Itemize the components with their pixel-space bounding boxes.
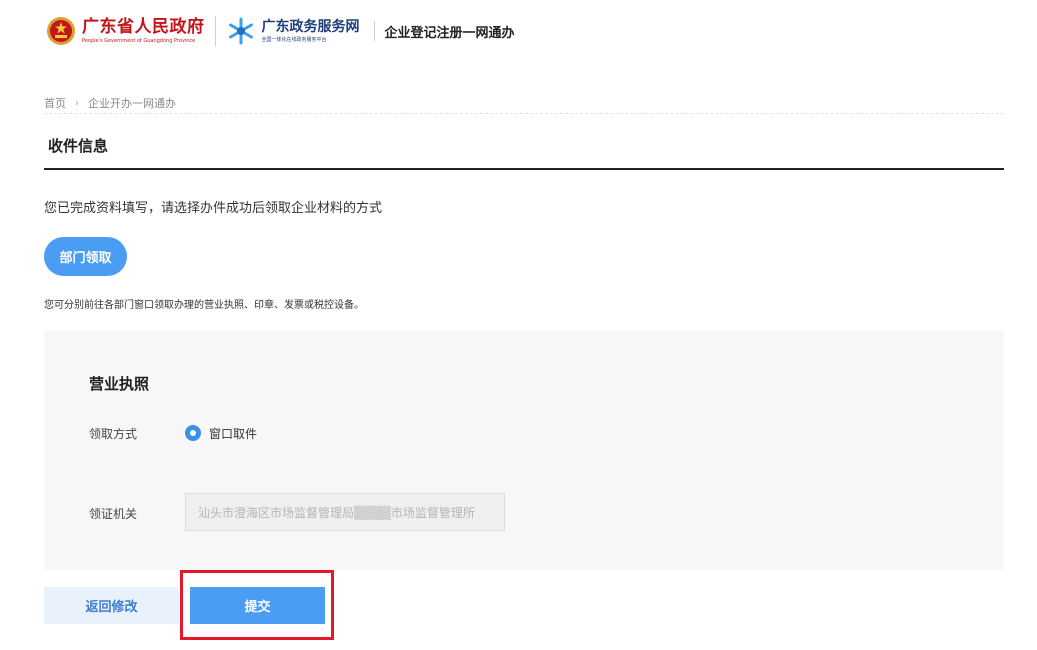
gov-name-en: People's Government of Guangdong Provinc… bbox=[82, 38, 196, 44]
section-header: 收件信息 bbox=[44, 128, 1004, 170]
window-pickup-radio[interactable] bbox=[185, 425, 201, 441]
chevron-right-icon: › bbox=[75, 97, 79, 109]
breadcrumb-home-link[interactable]: 首页 bbox=[44, 95, 66, 111]
license-panel: 营业执照 领取方式 窗口取件 领证机关 汕头市澄海区市场监督管理局▒▒▒▒市场监… bbox=[44, 331, 1004, 570]
national-emblem-icon[interactable] bbox=[46, 16, 76, 46]
dept-pickup-button[interactable]: 部门领取 bbox=[44, 237, 127, 276]
gov-name[interactable]: 广东省人民政府 People's Government of Guangdong… bbox=[82, 17, 205, 45]
portal-name[interactable]: 广东政务服务网 全国一体化在线政务服务平台 bbox=[262, 18, 360, 44]
breadcrumb-current[interactable]: 企业开办一网通办 bbox=[88, 95, 176, 111]
submit-button[interactable]: 提交 bbox=[190, 587, 325, 624]
gov-name-cn: 广东省人民政府 bbox=[82, 17, 205, 37]
header-divider-2 bbox=[373, 21, 375, 41]
section-title: 收件信息 bbox=[48, 137, 109, 155]
pickup-method-label: 领取方式 bbox=[89, 427, 138, 441]
portal-name-cn: 广东政务服务网 bbox=[261, 19, 360, 35]
issuing-office-label: 领证机关 bbox=[89, 507, 138, 521]
intro-text: 您已完成资料填写，请选择办件成功后领取企业材料的方式 bbox=[44, 201, 383, 216]
page: 广东省人民政府 People's Government of Guangdong… bbox=[0, 0, 1037, 650]
portal-subtitle: 全国一体化在线政务服务平台 bbox=[261, 37, 327, 43]
header-divider bbox=[214, 16, 216, 46]
breadcrumb: 首页 › 企业开办一网通办 bbox=[44, 93, 1004, 114]
back-edit-button[interactable]: 返回修改 bbox=[44, 587, 179, 624]
site-header: 广东省人民政府 People's Government of Guangdong… bbox=[46, 12, 515, 50]
issuing-office-field[interactable]: 汕头市澄海区市场监督管理局▒▒▒▒市场监督管理所 bbox=[185, 493, 505, 531]
pickup-hint: 您可分别前往各部门窗口领取办理的营业执照、印章、发票或税控设备。 bbox=[44, 300, 364, 311]
header-page-title: 企业登记注册一网通办 bbox=[384, 25, 515, 41]
license-title: 营业执照 bbox=[89, 375, 150, 393]
window-pickup-label[interactable]: 窗口取件 bbox=[209, 425, 257, 442]
snowflake-logo-icon[interactable] bbox=[226, 16, 256, 46]
